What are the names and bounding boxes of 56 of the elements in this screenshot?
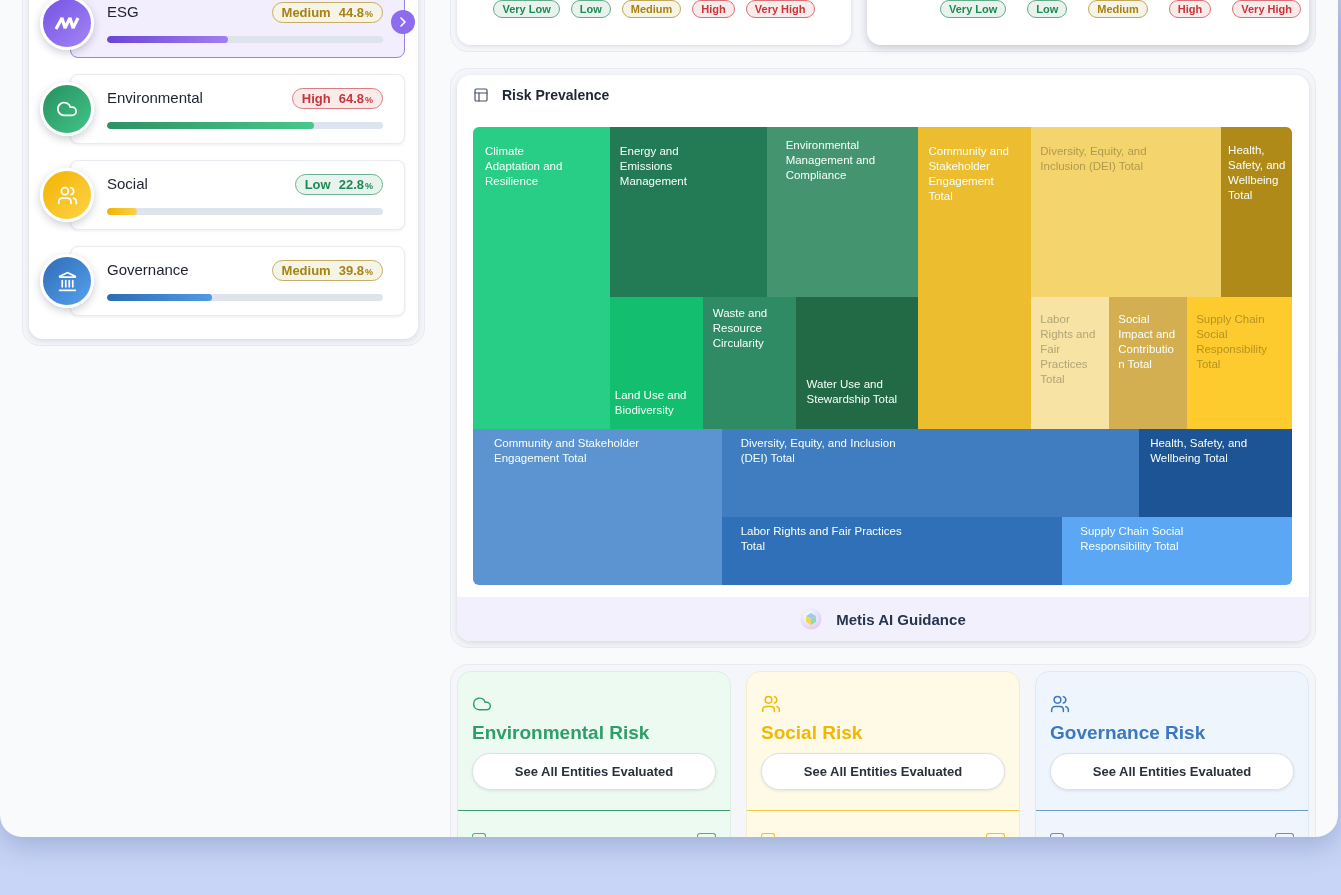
category-card[interactable]: ESG Medium 44.8% (70, 0, 405, 58)
layout-icon (473, 87, 489, 103)
treemap-cell: Community and Stakeholder Engagement Total (473, 429, 722, 585)
treemap-cell: Community and Stakeholder Engagement Total (918, 127, 1032, 429)
orb-icon (800, 608, 823, 630)
treemap-cell: Labor Rights and Fair Practices Total (721, 517, 1063, 585)
people-icon (1050, 694, 1070, 714)
treemap-cell: Diversity, Equity, and Inclusion (DEI) Total (721, 429, 1140, 517)
category-card[interactable]: Social Low 22.8% (70, 160, 405, 230)
treemap-cell: Environmental Management and Compliance (766, 127, 919, 297)
category-title: Environmental (107, 89, 203, 107)
rating-badge: Medium 39.8% (271, 259, 383, 281)
category-card[interactable]: Environmental High 64.8% (70, 74, 405, 144)
legend-badge: High (692, 0, 735, 18)
cloud-icon (40, 82, 94, 136)
treemap-cell: Waste and Resource Circularity (702, 297, 796, 429)
treemap-cell: Supply Chain Social Responsibility Total (1187, 297, 1292, 429)
category-title: Social (107, 175, 148, 193)
legend-badge: Very High (1232, 0, 1301, 18)
legend-badge: Very High (745, 0, 815, 18)
treemap-cell: Diversity, Equity, and Inclusion (DEI) Total (1031, 127, 1222, 297)
treemap-cell: Labor Rights and Fair Practices Total (1031, 297, 1110, 429)
treemap-cell: Social Impact and Contribution Total (1109, 297, 1188, 429)
treemap-cell: Health, Safety, and Wellbeing Total (1221, 127, 1292, 297)
category-card[interactable]: Governance Medium 39.8% (70, 246, 405, 316)
treemap-cell: Health, Safety, and Wellbeing Total (1139, 429, 1292, 517)
treemap-cell: Energy and Emissions Management (609, 127, 767, 297)
legend-badge: Very Low (493, 0, 560, 18)
category-title: ESG (107, 3, 139, 21)
next-button[interactable] (391, 10, 415, 34)
cloud-icon (472, 694, 492, 714)
rating-badge: Medium 44.8% (271, 1, 383, 23)
legend-badge: High (1168, 0, 1212, 18)
legend-badge: Low (570, 0, 611, 18)
risk-title: Governance Risk (1050, 721, 1207, 745)
people-icon (40, 168, 94, 222)
landmark-icon (40, 254, 94, 308)
see-all-button[interactable]: See All Entities Evaluated (1050, 753, 1294, 790)
rating-badge: Low 22.8% (294, 173, 383, 195)
treemap-cell: Land Use and Biodiversity (609, 297, 703, 429)
legend-badge: Medium (1088, 0, 1148, 18)
risk-title: Social Risk (761, 721, 864, 745)
legend-badge: Medium (621, 0, 682, 18)
risk-title: Environmental Risk (472, 721, 651, 745)
people-icon (761, 694, 781, 714)
see-all-button[interactable]: See All Entities Evaluated (472, 753, 716, 790)
guidance-button[interactable]: Metis AI Guidance (457, 597, 1309, 641)
category-title: Governance (107, 261, 189, 279)
panel-title: Risk Prevalence (502, 87, 610, 103)
treemap-cell: Water Use and Stewardship Total (795, 297, 919, 429)
rating-badge: High 64.8% (291, 87, 383, 109)
treemap-cell: Climate Adaptation and Resilience (473, 127, 610, 429)
see-all-button[interactable]: See All Entities Evaluated (761, 753, 1005, 790)
treemap-cell: Supply Chain Social Responsibility Total (1062, 517, 1292, 585)
legend-badge: Low (1027, 0, 1068, 18)
legend-badge: Very Low (940, 0, 1007, 18)
